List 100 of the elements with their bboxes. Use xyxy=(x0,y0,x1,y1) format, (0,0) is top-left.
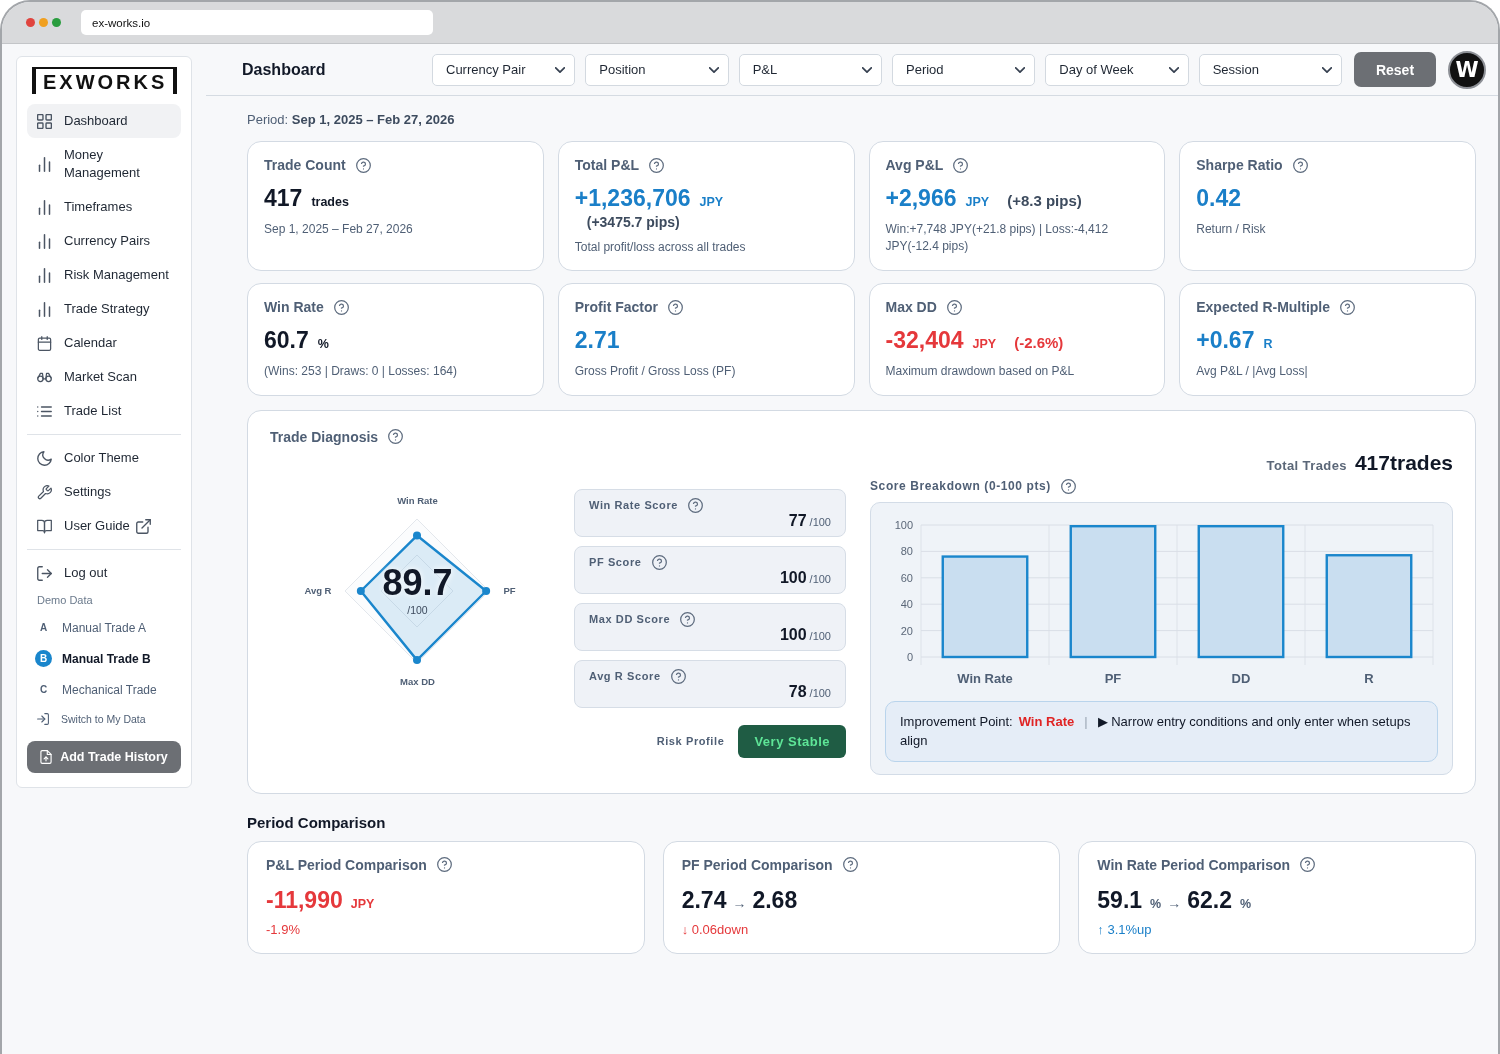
axis-tick-label: 100 xyxy=(894,518,913,531)
period-range: Period: Sep 1, 2025 – Feb 27, 2026 xyxy=(247,112,455,127)
caret-icon xyxy=(1168,66,1179,73)
window-close-icon[interactable] xyxy=(26,18,35,27)
help-icon[interactable] xyxy=(388,429,404,445)
change-indicator: ↑ 3.1%up xyxy=(1097,921,1152,937)
sidebar-item[interactable]: Market Scan xyxy=(27,360,181,394)
bar-chart-icon xyxy=(37,267,52,283)
card-title: Sharpe Ratio xyxy=(1196,157,1283,173)
brand-logo[interactable]: W xyxy=(1448,50,1486,89)
filter-dropdown[interactable]: Day of Week xyxy=(1045,53,1189,86)
score-value: 100 xyxy=(779,625,807,644)
caret-icon xyxy=(1015,66,1026,73)
sidebar-item[interactable]: Dashboard xyxy=(27,104,181,138)
help-icon[interactable] xyxy=(1060,478,1076,494)
sidebar-item[interactable]: Trade List xyxy=(27,394,181,428)
help-icon[interactable] xyxy=(688,497,703,513)
stat-value: +0.67 xyxy=(1196,327,1255,355)
help-icon[interactable] xyxy=(953,157,969,173)
card-title: Trade Count xyxy=(264,157,346,173)
address-bar[interactable]: ex-works.io xyxy=(81,10,433,35)
stat-value: 60.7 xyxy=(264,327,309,355)
bar-chart-icon xyxy=(37,301,52,317)
total-trades-label: Total Trades xyxy=(1266,457,1347,473)
help-icon[interactable] xyxy=(668,299,683,315)
stat-unit: R xyxy=(1263,337,1273,352)
axis-label: Avg R xyxy=(304,585,332,597)
help-icon[interactable] xyxy=(1300,857,1316,873)
card-title: Max DD xyxy=(885,299,937,316)
dataset-item[interactable]: A Manual Trade A xyxy=(27,612,181,643)
comparison-value: 2.74 xyxy=(681,886,727,914)
moon-icon xyxy=(37,450,52,466)
stat-unit: trades xyxy=(311,195,349,209)
score-label: PF Score xyxy=(589,556,642,569)
help-icon[interactable] xyxy=(355,157,371,173)
filter-dropdown[interactable]: Period xyxy=(892,53,1036,86)
logout-icon xyxy=(37,565,52,581)
stat-unit: JPY xyxy=(699,195,724,209)
section-label: Demo Data xyxy=(37,594,93,606)
filter-dropdown[interactable]: Position xyxy=(585,53,729,86)
help-icon[interactable] xyxy=(1340,299,1356,315)
reset-button[interactable]: Reset xyxy=(1354,52,1436,87)
card-title: Profit Factor xyxy=(574,299,658,316)
score-max: /100 xyxy=(809,572,831,585)
stat-note: Maximum drawdown based on P&L xyxy=(885,363,1076,381)
axis-tick-label: 80 xyxy=(900,545,913,558)
bar-chart-icon xyxy=(37,156,52,172)
logout-button[interactable]: Log out xyxy=(27,556,181,590)
comparison-value: 2.68 xyxy=(752,886,798,914)
switch-data-link[interactable]: Switch to My Data xyxy=(27,705,181,733)
app-logo: EXWORKS xyxy=(32,67,178,94)
stat-value: 0.42 xyxy=(1196,185,1241,212)
filter-dropdown[interactable]: P&L xyxy=(738,53,882,86)
dataset-item[interactable]: B Manual Trade B xyxy=(27,643,181,674)
help-icon[interactable] xyxy=(651,554,667,570)
help-icon[interactable] xyxy=(670,668,686,684)
calendar-icon xyxy=(37,335,52,351)
axis-tick-label: 40 xyxy=(900,598,913,610)
card-title: Expected R-Multiple xyxy=(1196,299,1331,316)
comparison-value: -11,990 xyxy=(266,886,343,914)
stat-detail: (+3475.7 pips) xyxy=(586,214,680,230)
filter-dropdown[interactable]: Currency Pair xyxy=(432,53,576,86)
stat-note: Avg P&L / |Avg Loss| xyxy=(1196,363,1309,381)
sidebar-item[interactable]: Settings xyxy=(27,475,181,509)
axis-category-label: R xyxy=(1364,670,1374,686)
score-max: /100 xyxy=(809,629,831,642)
help-icon[interactable] xyxy=(842,857,858,873)
score-label: Win Rate Score xyxy=(589,499,678,512)
change-indicator: ↓ 0.06down xyxy=(681,921,749,937)
help-icon[interactable] xyxy=(436,857,452,873)
add-trade-history-button[interactable]: Add Trade History xyxy=(27,741,181,773)
help-icon[interactable] xyxy=(1292,157,1308,173)
sidebar-item[interactable]: Color Theme xyxy=(27,441,181,475)
stat-note: Total profit/loss across all trades xyxy=(574,239,747,256)
wrench-icon xyxy=(37,484,52,500)
sidebar-item[interactable]: Money Management xyxy=(27,138,181,190)
stat-detail: (-2.6%) xyxy=(1014,334,1064,352)
sidebar-item[interactable]: Risk Management xyxy=(27,258,181,292)
stat-note: (Wins: 253 | Draws: 0 | Losses: 164) xyxy=(264,363,458,381)
sidebar-item[interactable]: User Guide xyxy=(27,509,181,543)
axis-category-label: DD xyxy=(1231,670,1251,686)
chart-title: Score Breakdown (0-100 pts) xyxy=(870,479,1051,494)
help-icon[interactable] xyxy=(946,299,962,315)
caret-icon xyxy=(708,66,719,73)
stat-value: +1,236,706 xyxy=(574,185,691,212)
sidebar-item[interactable]: Currency Pairs xyxy=(27,224,181,258)
help-icon[interactable] xyxy=(680,611,696,627)
filter-dropdown[interactable]: Session xyxy=(1198,53,1342,86)
risk-profile-badge: Very Stable xyxy=(738,724,846,758)
transition-arrow: → xyxy=(1167,894,1182,911)
sidebar-item[interactable]: Calendar xyxy=(27,326,181,360)
sidebar-item[interactable]: Trade Strategy xyxy=(27,292,181,326)
sidebar-item[interactable]: Timeframes xyxy=(27,190,181,224)
help-icon[interactable] xyxy=(333,299,349,315)
dataset-item[interactable]: C Mechanical Trade xyxy=(27,674,181,705)
caret-icon xyxy=(1321,66,1332,73)
stat-note: Gross Profit / Gross Loss (PF) xyxy=(574,363,737,381)
help-icon[interactable] xyxy=(649,157,665,173)
score-value: 77 xyxy=(788,511,807,530)
value-unit: % xyxy=(1240,896,1252,911)
